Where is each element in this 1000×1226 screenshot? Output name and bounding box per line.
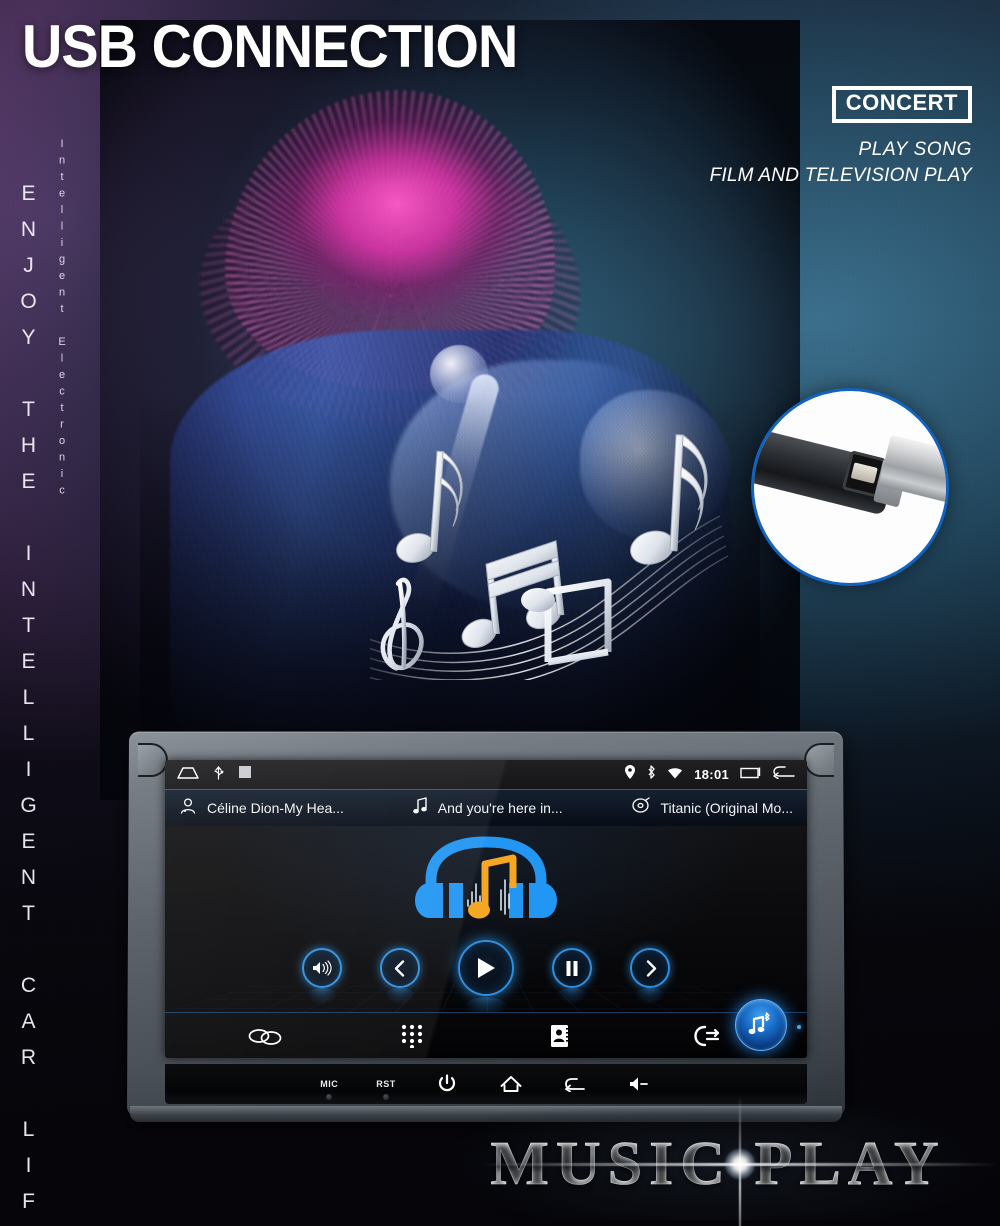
concert-singer-photo (100, 20, 800, 800)
concert-callout: CONCERT PLAY SONG FILM AND TELEVISION PL… (710, 86, 972, 187)
reset-label[interactable]: RST (376, 1079, 396, 1089)
home-outline-icon[interactable] (177, 765, 199, 784)
music-note-icon (412, 797, 428, 819)
nav-contacts[interactable] (537, 1018, 583, 1054)
song-field[interactable]: And you're here in... (412, 797, 563, 819)
nav-dialpad[interactable] (389, 1018, 435, 1054)
status-time: 18:01 (694, 767, 729, 782)
music-player-panel (165, 826, 807, 1012)
volume-down-icon[interactable] (626, 1071, 652, 1097)
artist-name: Céline Dion-My Hea... (207, 800, 344, 816)
poster-background: USB CONNECTION Intelligent Electronic EN… (0, 0, 1000, 1226)
artist-field[interactable]: Céline Dion-My Hea... (179, 797, 344, 820)
player-controls (165, 940, 807, 1012)
nav-link[interactable] (242, 1018, 288, 1054)
disc-icon (631, 797, 651, 819)
next-button[interactable] (630, 948, 670, 1005)
vertical-tagline-small: Intelligent Electronic (56, 138, 68, 501)
usb-flash-drive (878, 434, 946, 532)
back-arrow-icon[interactable] (773, 765, 795, 784)
home-icon[interactable] (498, 1071, 524, 1097)
wifi-icon (667, 766, 683, 784)
head-unit-screen[interactable]: 18:01 Céline Dion-My Hea... And you're h… (165, 760, 807, 1058)
back-icon[interactable] (562, 1071, 588, 1097)
android-status-bar: 18:01 (165, 760, 807, 790)
nav-call-log[interactable] (684, 1018, 730, 1054)
artist-icon (179, 797, 197, 820)
previous-button[interactable] (380, 948, 420, 1005)
feature-line-1: PLAY SONG (858, 138, 972, 160)
recents-icon[interactable] (740, 766, 762, 784)
vertical-tagline-large: ENJOY THE INTELLIGENT CAR LIFE (17, 182, 40, 1226)
now-playing-bar: Céline Dion-My Hea... And you're here in… (165, 790, 807, 826)
usb-product-inset: DTSE 32 (751, 388, 949, 586)
mic-label: MIC (320, 1079, 339, 1089)
volume-button[interactable] (302, 948, 342, 1005)
app-nav-bar (165, 999, 807, 1058)
hardware-button-bar: MIC RST (165, 1064, 807, 1104)
wordmark-text: MUSIC PLAY (490, 1129, 946, 1198)
page-title: USB CONNECTION (22, 13, 518, 80)
feature-line-2: FILM AND TELEVISION PLAY (709, 164, 972, 186)
status-badge: CONCERT (831, 86, 972, 123)
headphones-music-logo (413, 836, 559, 929)
album-field[interactable]: Titanic (Original Mo... (631, 797, 793, 819)
album-title: Titanic (Original Mo... (660, 800, 793, 816)
location-pin-icon (625, 765, 636, 784)
nav-bluetooth-music[interactable] (735, 999, 787, 1051)
pause-button[interactable] (552, 948, 592, 1005)
music-play-wordmark: MUSIC PLAY (448, 1094, 1000, 1226)
sd-card-icon (238, 765, 252, 784)
bezel-corner-right (804, 743, 834, 777)
play-button[interactable] (458, 940, 514, 1012)
bluetooth-icon (646, 765, 656, 784)
usb-icon (213, 764, 224, 785)
song-title: And you're here in... (437, 800, 563, 816)
power-icon[interactable] (434, 1071, 460, 1097)
car-head-unit: 18:01 Céline Dion-My Hea... And you're h… (126, 731, 846, 1122)
